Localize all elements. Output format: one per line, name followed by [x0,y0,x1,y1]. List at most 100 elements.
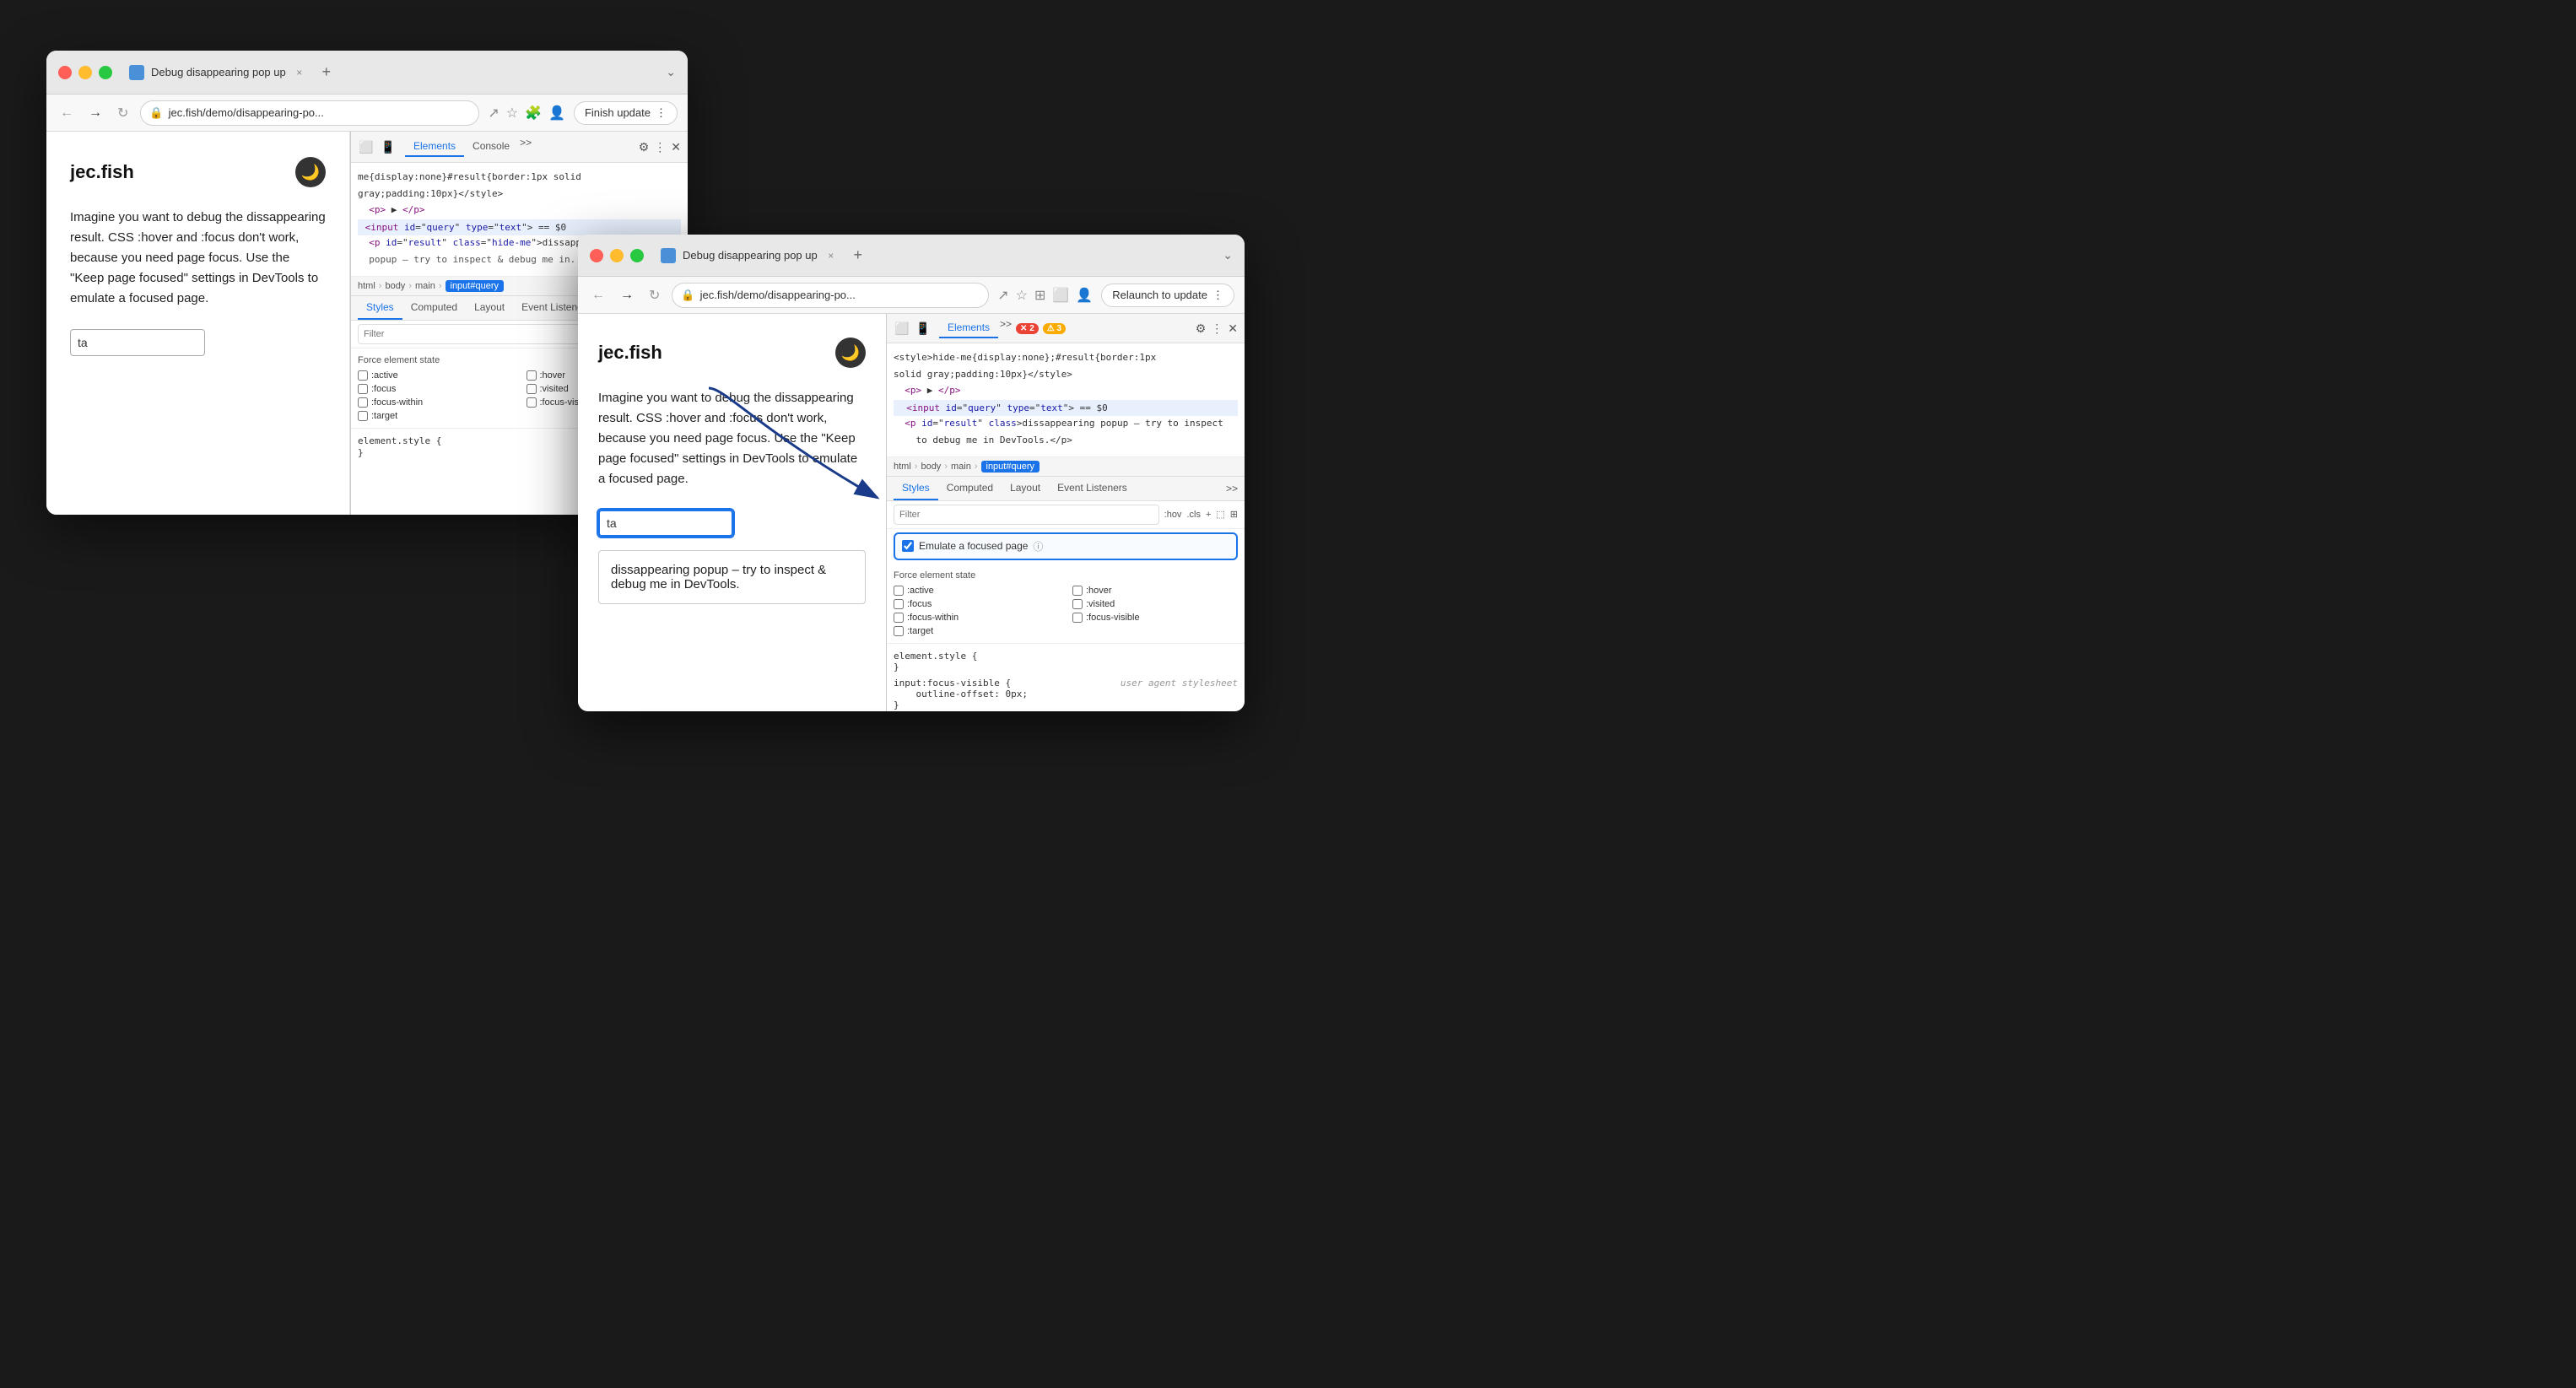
filter-input-2[interactable] [894,505,1159,525]
inspector-icon-1[interactable]: ⬜ [358,138,375,155]
forward-button-1[interactable]: → [85,102,105,124]
reload-button-2[interactable]: ↻ [645,284,663,307]
cls-button-2[interactable]: .cls [1186,510,1201,520]
tab-close-2[interactable]: × [824,249,838,262]
state-focus-visible-2[interactable]: :focus-visible [1072,613,1238,623]
computed-tab-1[interactable]: Computed [402,296,466,320]
finish-update-button[interactable]: Finish update ⋮ [574,101,678,125]
state-hover-2[interactable]: :hover [1072,586,1238,596]
more-tabs-1[interactable]: >> [520,137,532,157]
state-visited-2[interactable]: :visited [1072,599,1238,609]
profile-icon-1[interactable]: 👤 [548,105,565,122]
bc-html-2[interactable]: html [894,462,911,472]
event-listeners-tab-2[interactable]: Event Listeners [1049,477,1136,500]
dark-mode-toggle-2[interactable]: 🌙 [835,338,866,368]
bookmark-icon-2[interactable]: ☆ [1016,287,1028,304]
state-focus-within-1[interactable]: :focus-within [358,397,513,408]
settings-icon-1[interactable]: ⚙ [639,140,650,154]
bc-html-1[interactable]: html [358,281,375,291]
computed-styles-2[interactable]: ⊞ [1230,509,1238,520]
relaunch-update-button[interactable]: Relaunch to update ⋮ [1101,284,1234,307]
elements-tab-2[interactable]: Elements [939,318,998,338]
settings-icon-2[interactable]: ⚙ [1196,321,1207,336]
state-target-2[interactable]: :target [894,626,1059,636]
reload-button-1[interactable]: ↻ [114,101,132,125]
minimize-button-2[interactable] [610,249,624,262]
close-devtools-2[interactable]: ✕ [1228,321,1238,336]
state-target-1[interactable]: :target [358,411,513,421]
tab-add-1[interactable]: + [315,61,338,84]
more-tabs-2[interactable]: >> [1000,318,1012,338]
element-style-code-2: element.style { } input:focus-visible { … [887,643,1245,711]
url-bar-1[interactable]: 🔒 jec.fish/demo/disappearing-po... [140,100,479,126]
bc-main-1[interactable]: main [415,281,435,291]
title-bar-1: Debug disappearing pop up × + ⌄ [46,51,688,95]
close-button-2[interactable] [590,249,603,262]
hov-button-2[interactable]: :hov [1164,510,1182,520]
filter-input-1[interactable] [358,324,615,344]
layout-tab-1[interactable]: Layout [466,296,513,320]
bc-body-1[interactable]: body [385,281,405,291]
emulate-help-icon[interactable]: ⓘ [1033,539,1043,554]
devtools-code-area-2: <style>hide-me{display:none};#result{bor… [887,343,1245,457]
sidebar-icon-2[interactable]: ⬜ [1052,287,1069,304]
bc-input-2[interactable]: input#query [981,461,1040,473]
tab-1[interactable]: Debug disappearing pop up × [129,65,306,80]
state-active-2[interactable]: :active [894,586,1059,596]
page-area-2: jec.fish 🌙 Imagine you want to debug the… [578,314,886,711]
tab-favicon-2 [661,248,676,263]
styles-more-2[interactable]: >> [1226,483,1238,494]
tab-2[interactable]: Debug disappearing pop up × [661,248,838,263]
tab-add-2[interactable]: + [846,244,870,267]
more-styles-2[interactable]: ⬚ [1216,509,1224,520]
bc-main-2[interactable]: main [951,462,971,472]
url-text-2: jec.fish/demo/disappearing-po... [700,289,856,301]
popup-result: dissappearing popup – try to inspect & d… [598,550,866,604]
force-state-grid-2: :active :hover :focus :visited :focus-wi… [894,586,1238,636]
bc-input-1[interactable]: input#query [446,280,505,292]
extensions-icon-1[interactable]: 🧩 [525,105,542,122]
computed-tab-2[interactable]: Computed [938,477,1002,500]
styles-tab-2[interactable]: Styles [894,477,938,500]
more-icon-1[interactable]: ⋮ [654,140,666,154]
reading-mode-2[interactable]: ⊞ [1034,287,1045,304]
maximize-button-2[interactable] [630,249,644,262]
dark-mode-toggle-1[interactable]: 🌙 [295,157,326,187]
device-icon-2[interactable]: 📱 [915,320,932,337]
more-icon-2[interactable]: ⋮ [1211,321,1223,336]
bookmark-icon-1[interactable]: ☆ [506,105,518,122]
device-icon-1[interactable]: 📱 [380,138,397,155]
state-focus-within-2[interactable]: :focus-within [894,613,1059,623]
elements-tab-1[interactable]: Elements [405,137,464,157]
layout-tab-2[interactable]: Layout [1002,477,1049,500]
state-focus-1[interactable]: :focus [358,384,513,394]
query-input-1[interactable] [70,329,205,356]
bc-body-2[interactable]: body [921,462,941,472]
state-active-1[interactable]: :active [358,370,513,381]
add-rule-2[interactable]: + [1206,510,1211,520]
inspector-icon-2[interactable]: ⬜ [894,320,910,337]
close-button-1[interactable] [58,66,72,79]
tab-dropdown-1[interactable]: ⌄ [666,65,676,79]
share-icon-2[interactable]: ↗ [997,287,1008,304]
minimize-button-1[interactable] [78,66,92,79]
maximize-button-1[interactable] [99,66,112,79]
page-body-text-2: Imagine you want to debug the dissappear… [598,388,866,489]
state-focus-2[interactable]: :focus [894,599,1059,609]
forward-button-2[interactable]: → [617,284,637,306]
profile-icon-2[interactable]: 👤 [1076,287,1093,304]
console-tab-1[interactable]: Console [464,137,518,157]
lock-icon-1: 🔒 [149,106,163,120]
back-button-1[interactable]: ← [57,102,77,124]
tab-close-1[interactable]: × [293,66,306,79]
devtools-panel-2: ⬜ 📱 Elements >> ✕ 2 ⚠ 3 ⚙ ⋮ ✕ [886,314,1245,711]
share-icon-1[interactable]: ↗ [488,105,499,122]
styles-tab-1[interactable]: Styles [358,296,402,320]
tab-dropdown-2[interactable]: ⌄ [1223,248,1233,262]
browser-window-2: Debug disappearing pop up × + ⌄ ← → ↻ 🔒 … [578,235,1245,711]
back-button-2[interactable]: ← [588,284,608,306]
emulate-focused-checkbox[interactable] [902,540,914,552]
query-input-2[interactable] [598,510,733,537]
close-devtools-1[interactable]: ✕ [671,140,681,154]
url-bar-2[interactable]: 🔒 jec.fish/demo/disappearing-po... [672,283,989,308]
